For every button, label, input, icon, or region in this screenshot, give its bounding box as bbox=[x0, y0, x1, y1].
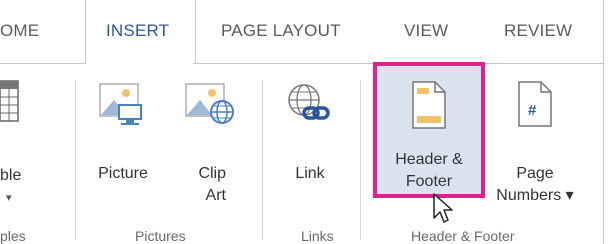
tab-page-layout[interactable]: PAGE LAYOUT bbox=[221, 21, 341, 41]
group-separator bbox=[75, 80, 76, 240]
picture-label: Picture bbox=[98, 165, 148, 182]
chevron-down-icon: ▾ bbox=[6, 192, 12, 204]
page-numbers-label-line1: Page bbox=[516, 165, 554, 182]
clip-art-icon bbox=[185, 83, 234, 124]
mouse-cursor-icon bbox=[433, 193, 453, 223]
ribbon-frame: OME INSERT PAGE LAYOUT VIEW REVIEW ble ▾… bbox=[0, 0, 604, 244]
header-footer-label-line2: Footer bbox=[405, 173, 453, 190]
link-label: Link bbox=[295, 165, 325, 182]
tab-review[interactable]: REVIEW bbox=[504, 21, 572, 41]
picture-icon bbox=[99, 83, 142, 125]
page-numbers-label-line2: Numbers ▾ bbox=[496, 187, 574, 204]
table-button[interactable]: ble ▾ bbox=[0, 80, 40, 204]
header-footer-button[interactable]: Header & Footer bbox=[373, 62, 485, 198]
picture-button[interactable]: Picture bbox=[88, 80, 158, 190]
header-footer-label-line1: Header & bbox=[395, 151, 463, 168]
table-label: ble bbox=[0, 167, 22, 184]
page-number-hash: # bbox=[528, 102, 537, 119]
clip-art-label-line2: Art bbox=[205, 187, 226, 204]
ribbon-body: ble ▾ ples Picture Clip Art Pictures Lin… bbox=[0, 64, 603, 244]
tab-insert[interactable]: INSERT bbox=[106, 21, 169, 41]
group-label-tables: ples bbox=[0, 228, 26, 244]
group-label-pictures: Pictures bbox=[135, 228, 186, 244]
page-numbers-button[interactable]: # Page Numbers ▾ bbox=[488, 80, 578, 210]
clip-art-button[interactable]: Clip Art bbox=[178, 80, 242, 210]
tab-home[interactable]: OME bbox=[0, 21, 39, 41]
clip-art-label-line1: Clip bbox=[198, 165, 226, 182]
link-icon bbox=[288, 84, 330, 120]
group-separator bbox=[262, 80, 263, 240]
group-separator bbox=[360, 80, 361, 240]
link-button[interactable]: Link bbox=[280, 80, 350, 190]
tab-view[interactable]: VIEW bbox=[404, 21, 448, 41]
header-footer-icon bbox=[412, 81, 446, 129]
table-icon bbox=[0, 80, 19, 122]
group-label-header-footer: Header & Footer bbox=[411, 228, 515, 244]
group-label-links: Links bbox=[301, 228, 334, 244]
ribbon-tab-bar: OME INSERT PAGE LAYOUT VIEW REVIEW bbox=[0, 0, 603, 64]
